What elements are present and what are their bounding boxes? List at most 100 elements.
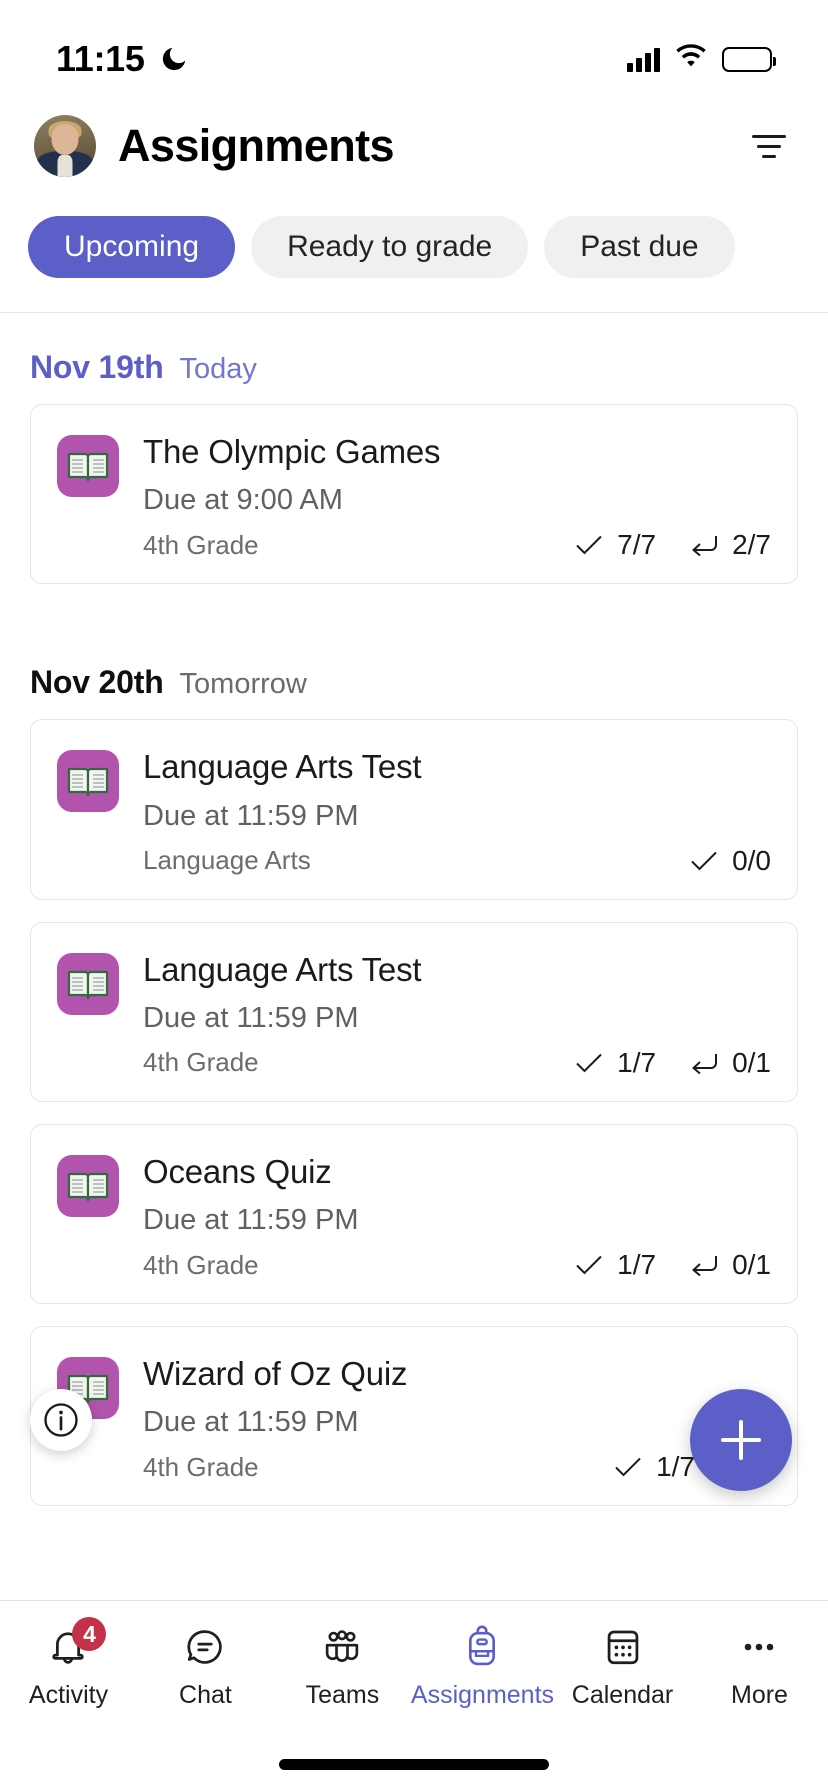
assignment-card-body: Wizard of Oz Quiz Due at 11:59 PM 4th Gr… <box>143 1353 771 1483</box>
nav-label-activity: Activity <box>28 1681 109 1709</box>
add-assignment-button[interactable] <box>690 1389 792 1491</box>
bell-icon: 4 <box>46 1617 107 1671</box>
nav-label-calendar: Calendar <box>571 1681 674 1709</box>
filter-pill-past-due[interactable]: Past due <box>544 216 735 278</box>
assignment-due: Due at 11:59 PM <box>143 1204 359 1236</box>
status-bar-left: 11:15 <box>56 38 189 80</box>
returned-stat: 0/1 <box>690 1249 771 1281</box>
nav-item-teams[interactable]: Teams <box>274 1623 411 1710</box>
filter-pill-upcoming[interactable]: Upcoming <box>28 216 236 278</box>
assignment-stats: 7/7 2/7 <box>575 529 771 561</box>
open-book-icon <box>57 750 119 813</box>
checkmark-icon <box>614 1456 642 1478</box>
assignment-card[interactable]: Language Arts Test Due at 11:59 PM Langu… <box>30 719 798 900</box>
turned-in-stat: 1/7 <box>575 1249 656 1281</box>
assignment-due: Due at 11:59 PM <box>143 799 359 832</box>
nav-item-activity[interactable]: 4 Activity <box>0 1617 137 1710</box>
turned-in-value: 0/0 <box>732 844 771 876</box>
status-time: 11:15 <box>56 38 145 79</box>
app-header: Assignments <box>0 92 828 200</box>
assignment-card-body: Language Arts Test Due at 11:59 PM Langu… <box>143 746 771 876</box>
assignment-title: Language Arts Test <box>143 748 422 786</box>
assignment-title: Wizard of Oz Quiz <box>143 1355 408 1392</box>
chat-bubble-icon <box>183 1623 227 1671</box>
assignment-card-footer: 4th Grade 1/7 <box>143 1451 771 1483</box>
returned-value: 0/1 <box>732 1249 771 1280</box>
assignment-due: Due at 11:59 PM <box>143 1001 359 1034</box>
ellipsis-icon <box>737 1623 781 1671</box>
assignment-card-footer: Language Arts 0/0 <box>143 845 771 877</box>
nav-item-assignments[interactable]: Assignments <box>411 1623 554 1710</box>
checkmark-icon <box>575 534 603 556</box>
turned-in-value: 1/7 <box>617 1046 657 1078</box>
filter-pill-ready-to-grade[interactable]: Ready to grade <box>251 216 529 278</box>
assignment-class: Language Arts <box>143 845 311 875</box>
returned-stat: 0/1 <box>690 1047 771 1079</box>
moon-icon <box>159 44 189 74</box>
nav-label-more: More <box>731 1681 788 1709</box>
activity-badge: 4 <box>72 1617 107 1651</box>
nav-item-chat[interactable]: Chat <box>137 1623 274 1710</box>
assignment-card-body: Oceans Quiz Due at 11:59 PM 4th Grade 1/… <box>143 1151 771 1281</box>
assignment-class: 4th Grade <box>143 1249 259 1280</box>
info-circle-icon[interactable] <box>30 1389 92 1451</box>
assignment-title: Language Arts Test <box>143 950 422 988</box>
nav-item-more[interactable]: More <box>691 1623 828 1710</box>
open-book-icon <box>57 952 119 1015</box>
date-group-header: Nov 19th Today <box>0 313 828 404</box>
returned-stat: 2/7 <box>690 529 771 561</box>
returned-value: 2/7 <box>732 529 771 561</box>
bottom-navigation: 4 Activity Chat Teams Assignments Calend… <box>0 1600 828 1792</box>
assignment-card-body: Language Arts Test Due at 11:59 PM 4th G… <box>143 949 771 1079</box>
assignment-title: The Olympic Games <box>143 433 441 470</box>
checkmark-icon <box>690 850 718 872</box>
assignments-list[interactable]: Nov 19th Today The Olympic Games Due at … <box>0 313 828 1525</box>
assignment-due: Due at 11:59 PM <box>143 1406 359 1439</box>
assignment-card[interactable]: The Olympic Games Due at 9:00 AM 4th Gra… <box>30 404 798 585</box>
avatar[interactable] <box>34 115 96 177</box>
nav-label-assignments: Assignments <box>410 1681 555 1709</box>
status-bar-right <box>627 43 776 75</box>
assignment-card-footer: 4th Grade 7/7 2/7 <box>143 529 771 561</box>
calendar-icon <box>601 1623 645 1671</box>
assignment-stats: 0/0 <box>690 845 771 877</box>
turned-in-value: 1/7 <box>656 1451 695 1483</box>
nav-label-teams: Teams <box>305 1681 380 1709</box>
assignment-title: Oceans Quiz <box>143 1152 332 1190</box>
return-arrow-icon <box>690 1254 718 1276</box>
nav-item-calendar[interactable]: Calendar <box>554 1623 691 1710</box>
open-book-icon <box>57 435 119 497</box>
assignment-stats: 1/7 0/1 <box>575 1047 771 1079</box>
returned-value: 0/1 <box>732 1046 771 1078</box>
assignment-class: 4th Grade <box>143 529 259 560</box>
backpack-icon <box>460 1623 504 1671</box>
assignment-card-footer: 4th Grade 1/7 0/1 <box>143 1047 771 1079</box>
assignment-class: 4th Grade <box>143 1451 259 1482</box>
home-indicator <box>279 1759 549 1770</box>
assignment-stats: 1/7 0/1 <box>575 1249 771 1281</box>
date-label: Nov 19th <box>30 349 164 385</box>
date-label: Nov 20th <box>30 664 164 701</box>
app-screen: 11:15 Assignments Upcoming Ready to grad… <box>0 0 828 1792</box>
turned-in-value: 1/7 <box>617 1249 657 1280</box>
date-group-header: Nov 20th Tomorrow <box>0 606 828 719</box>
teams-people-icon <box>319 1623 365 1671</box>
filter-pill-row: Upcoming Ready to grade Past due <box>0 200 828 312</box>
return-arrow-icon <box>690 1052 718 1074</box>
open-book-icon <box>57 1154 119 1217</box>
cellular-signal-icon <box>627 46 660 72</box>
wifi-icon <box>674 43 708 75</box>
nav-label-chat: Chat <box>179 1681 232 1709</box>
assignment-card[interactable]: Oceans Quiz Due at 11:59 PM 4th Grade 1/… <box>30 1123 798 1304</box>
return-arrow-icon <box>690 534 718 557</box>
assignment-class: 4th Grade <box>143 1047 259 1078</box>
turned-in-value: 7/7 <box>617 529 657 561</box>
assignment-card-footer: 4th Grade 1/7 0/1 <box>143 1249 771 1281</box>
turned-in-stat: 7/7 <box>575 529 656 561</box>
assignment-card[interactable]: Language Arts Test Due at 11:59 PM 4th G… <box>30 921 798 1102</box>
page-title: Assignments <box>118 120 395 171</box>
filter-icon[interactable] <box>746 123 792 169</box>
assignment-due: Due at 9:00 AM <box>143 484 343 517</box>
assignment-card[interactable]: Wizard of Oz Quiz Due at 11:59 PM 4th Gr… <box>30 1326 798 1507</box>
assignment-card-body: The Olympic Games Due at 9:00 AM 4th Gra… <box>143 431 771 561</box>
